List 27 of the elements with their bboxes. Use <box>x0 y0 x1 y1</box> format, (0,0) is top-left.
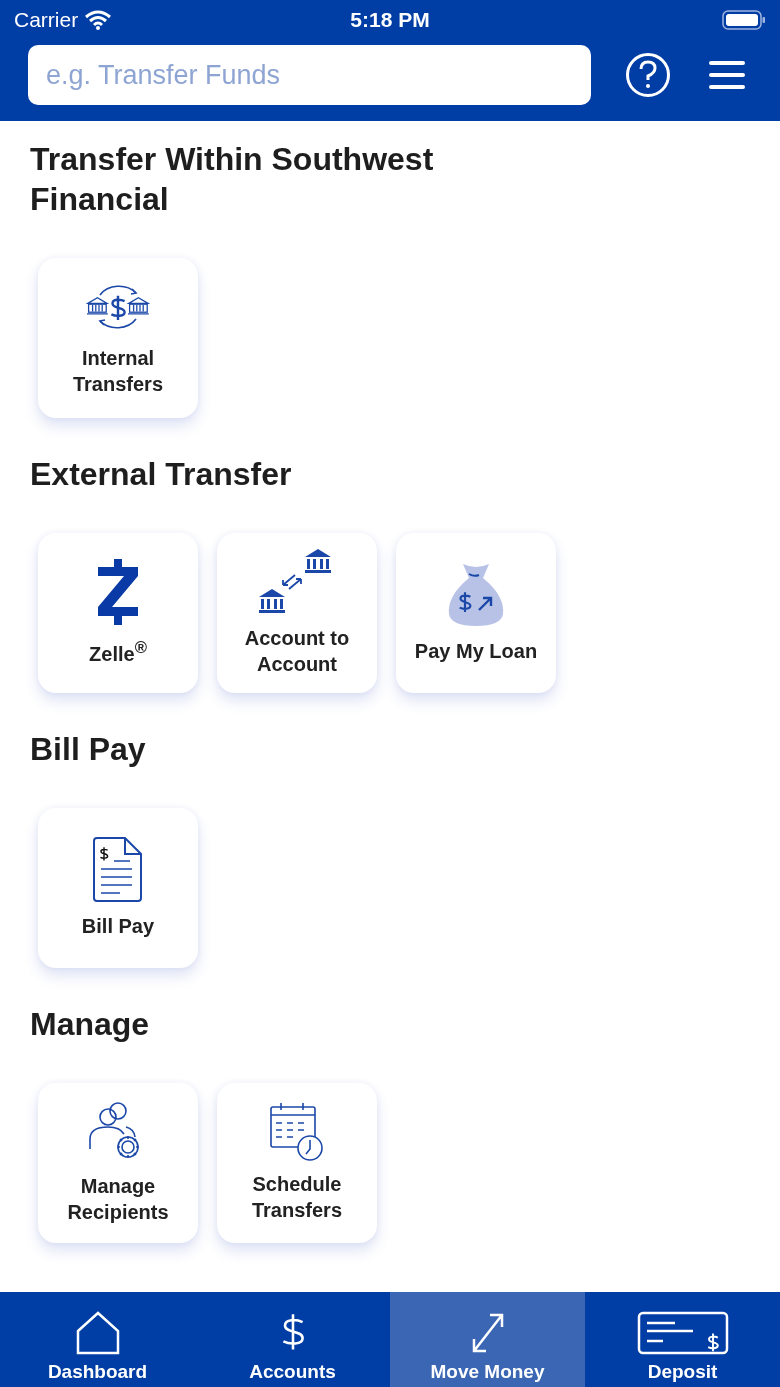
action-tile[interactable]: Bill Pay <box>38 808 198 968</box>
battery-icon <box>722 9 766 31</box>
action-tile[interactable]: Schedule Transfers <box>217 1083 377 1243</box>
zelle-icon <box>96 559 140 626</box>
action-tile[interactable]: Manage Recipients <box>38 1083 198 1243</box>
action-tile[interactable]: Account to Account <box>217 533 377 693</box>
tab-bar-item[interactable]: Deposit <box>585 1292 780 1387</box>
tab-bar-item[interactable]: Accounts <box>195 1292 390 1387</box>
search-field[interactable]: e.g. Transfer Funds <box>28 45 591 105</box>
bill-document-icon <box>92 837 144 903</box>
tab-bar-item[interactable]: Dashboard <box>0 1292 195 1387</box>
carrier-name: Carrier <box>14 8 79 32</box>
tab-bar-item[interactable]: Move Money <box>390 1292 585 1387</box>
menu-icon[interactable] <box>709 60 745 90</box>
home-icon <box>75 1311 120 1355</box>
action-tile[interactable]: Pay My Loan <box>396 533 556 693</box>
section-heading: External Transfer <box>30 455 293 494</box>
calendar-clock-icon <box>269 1103 325 1161</box>
section-heading: Manage <box>30 1005 151 1044</box>
clock-time: 5:18 PM <box>350 8 430 32</box>
action-tile[interactable]: Internal Transfers <box>38 258 198 418</box>
action-tile[interactable]: Zelle$^{®}$ <box>38 533 198 693</box>
section-heading: Transfer Within Southwest Financial <box>30 140 435 219</box>
section-heading: Bill Pay <box>30 730 147 769</box>
check-icon <box>636 1311 729 1355</box>
help-icon[interactable] <box>625 52 671 98</box>
wifi-icon <box>84 10 113 30</box>
